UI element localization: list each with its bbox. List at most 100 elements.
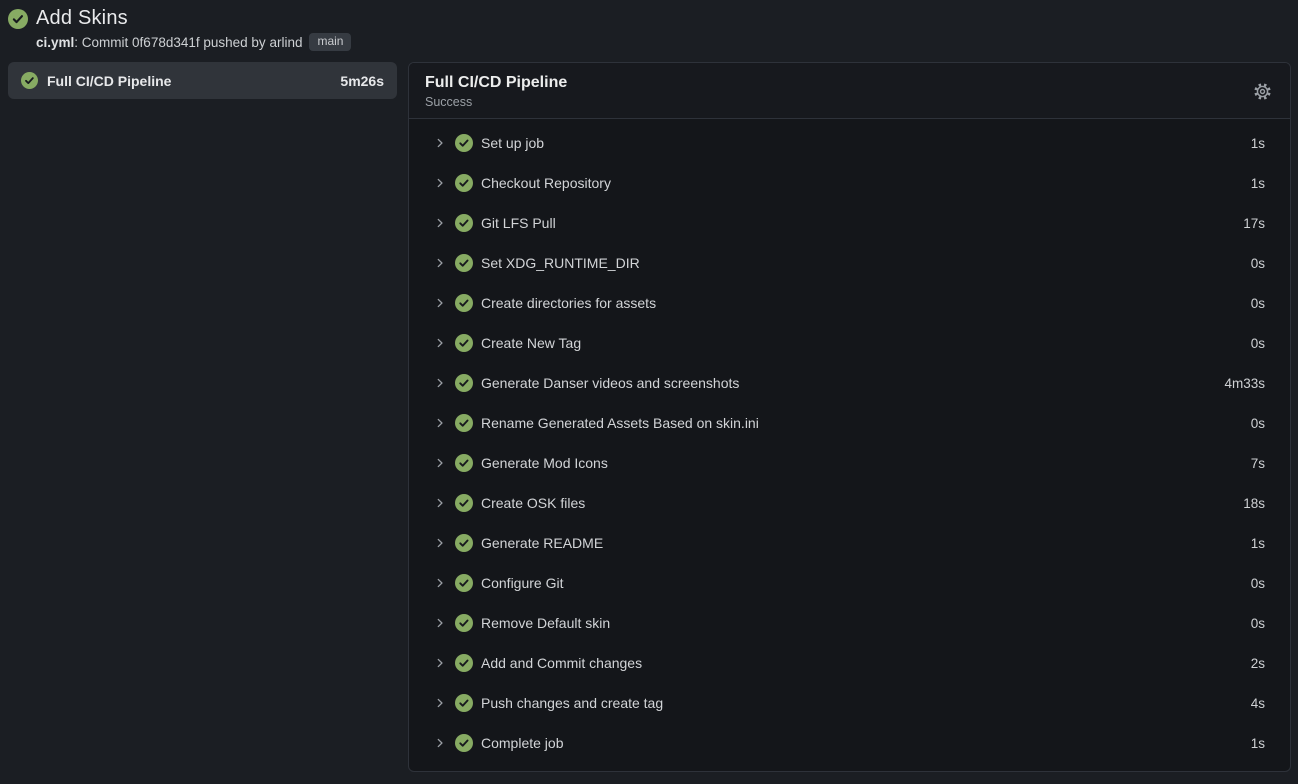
check-circle-icon [455,654,473,672]
chevron-right-icon[interactable] [434,217,446,229]
check-circle-icon [455,254,473,272]
workflow-file: ci.yml [36,35,74,50]
commit-connector: pushed by [200,35,270,50]
step-duration: 1s [1251,136,1265,151]
step-row[interactable]: Create New Tag 0s [409,323,1290,363]
chevron-right-icon[interactable] [434,457,446,469]
step-row[interactable]: Create directories for assets 0s [409,283,1290,323]
check-circle-icon [455,734,473,752]
jobs-sidebar: Full CI/CD Pipeline 5m26s [8,62,397,772]
step-row[interactable]: Configure Git 0s [409,563,1290,603]
step-duration: 0s [1251,576,1265,591]
check-circle-icon [455,454,473,472]
step-duration: 17s [1243,216,1265,231]
step-name: Remove Default skin [481,615,1251,631]
check-circle-icon [455,534,473,552]
chevron-right-icon[interactable] [434,737,446,749]
chevron-right-icon[interactable] [434,137,446,149]
check-circle-icon [455,174,473,192]
check-circle-icon [455,374,473,392]
chevron-right-icon[interactable] [434,297,446,309]
check-circle-icon [455,134,473,152]
step-name: Set up job [481,135,1251,151]
check-circle-icon [455,414,473,432]
step-duration: 0s [1251,256,1265,271]
step-duration: 4s [1251,696,1265,711]
sidebar-job-item[interactable]: Full CI/CD Pipeline 5m26s [8,62,397,99]
content-area: Full CI/CD Pipeline 5m26s Full CI/CD Pip… [0,56,1298,784]
check-circle-icon [455,694,473,712]
job-name: Full CI/CD Pipeline [47,73,331,89]
step-duration: 0s [1251,416,1265,431]
check-circle-icon [455,614,473,632]
step-name: Create OSK files [481,495,1243,511]
job-panel: Full CI/CD Pipeline Success [408,62,1291,772]
step-name: Generate Mod Icons [481,455,1251,471]
chevron-right-icon[interactable] [434,577,446,589]
run-header: Add Skins ci.yml: Commit 0f678d341f push… [0,0,1298,56]
steps-list: Set up job 1s Checkout Repository 1s Git… [409,119,1290,771]
job-panel-titles: Full CI/CD Pipeline Success [425,72,567,110]
step-row[interactable]: Add and Commit changes 2s [409,643,1290,683]
commit-hash-link[interactable]: 0f678d341f [132,35,200,50]
step-duration: 1s [1251,176,1265,191]
job-status-label: Success [425,94,567,110]
chevron-right-icon[interactable] [434,177,446,189]
chevron-right-icon[interactable] [434,697,446,709]
step-row[interactable]: Complete job 1s [409,723,1290,763]
chevron-right-icon[interactable] [434,617,446,629]
step-duration: 1s [1251,736,1265,751]
actions-run-page: Add Skins ci.yml: Commit 0f678d341f push… [0,0,1298,784]
step-name: Push changes and create tag [481,695,1251,711]
job-title: Full CI/CD Pipeline [425,72,567,94]
step-name: Complete job [481,735,1251,751]
step-row[interactable]: Rename Generated Assets Based on skin.in… [409,403,1290,443]
step-name: Git LFS Pull [481,215,1243,231]
check-circle-icon [8,9,28,29]
step-name: Set XDG_RUNTIME_DIR [481,255,1251,271]
actor-link[interactable]: arlind [269,35,302,50]
step-name: Generate Danser videos and screenshots [481,375,1224,391]
check-circle-icon [455,294,473,312]
step-row[interactable]: Generate Mod Icons 7s [409,443,1290,483]
job-panel-header: Full CI/CD Pipeline Success [409,63,1290,119]
step-row[interactable]: Set up job 1s [409,123,1290,163]
step-row[interactable]: Remove Default skin 0s [409,603,1290,643]
step-duration: 4m33s [1224,376,1265,391]
step-row[interactable]: Set XDG_RUNTIME_DIR 0s [409,243,1290,283]
step-duration: 0s [1251,616,1265,631]
chevron-right-icon[interactable] [434,497,446,509]
chevron-right-icon[interactable] [434,657,446,669]
step-name: Add and Commit changes [481,655,1251,671]
branch-badge[interactable]: main [309,33,351,51]
chevron-right-icon[interactable] [434,537,446,549]
step-row[interactable]: Generate Danser videos and screenshots 4… [409,363,1290,403]
chevron-right-icon[interactable] [434,337,446,349]
check-circle-icon [21,72,38,89]
step-row[interactable]: Create OSK files 18s [409,483,1290,523]
job-duration: 5m26s [340,73,384,89]
chevron-right-icon[interactable] [434,377,446,389]
step-name: Create directories for assets [481,295,1251,311]
step-name: Rename Generated Assets Based on skin.in… [481,415,1251,431]
step-duration: 18s [1243,496,1265,511]
step-row[interactable]: Generate README 1s [409,523,1290,563]
check-circle-icon [455,214,473,232]
step-name: Checkout Repository [481,175,1251,191]
gear-icon[interactable] [1249,78,1276,105]
run-title: Add Skins [36,7,128,30]
step-name: Generate README [481,535,1251,551]
step-duration: 7s [1251,456,1265,471]
run-subtitle: ci.yml: Commit 0f678d341f pushed by arli… [36,33,1288,51]
step-duration: 0s [1251,336,1265,351]
step-row[interactable]: Git LFS Pull 17s [409,203,1290,243]
chevron-right-icon[interactable] [434,257,446,269]
commit-prefix: : Commit [74,35,132,50]
step-duration: 2s [1251,656,1265,671]
step-row[interactable]: Push changes and create tag 4s [409,683,1290,723]
step-row[interactable]: Checkout Repository 1s [409,163,1290,203]
step-duration: 1s [1251,536,1265,551]
step-name: Create New Tag [481,335,1251,351]
step-name: Configure Git [481,575,1251,591]
chevron-right-icon[interactable] [434,417,446,429]
